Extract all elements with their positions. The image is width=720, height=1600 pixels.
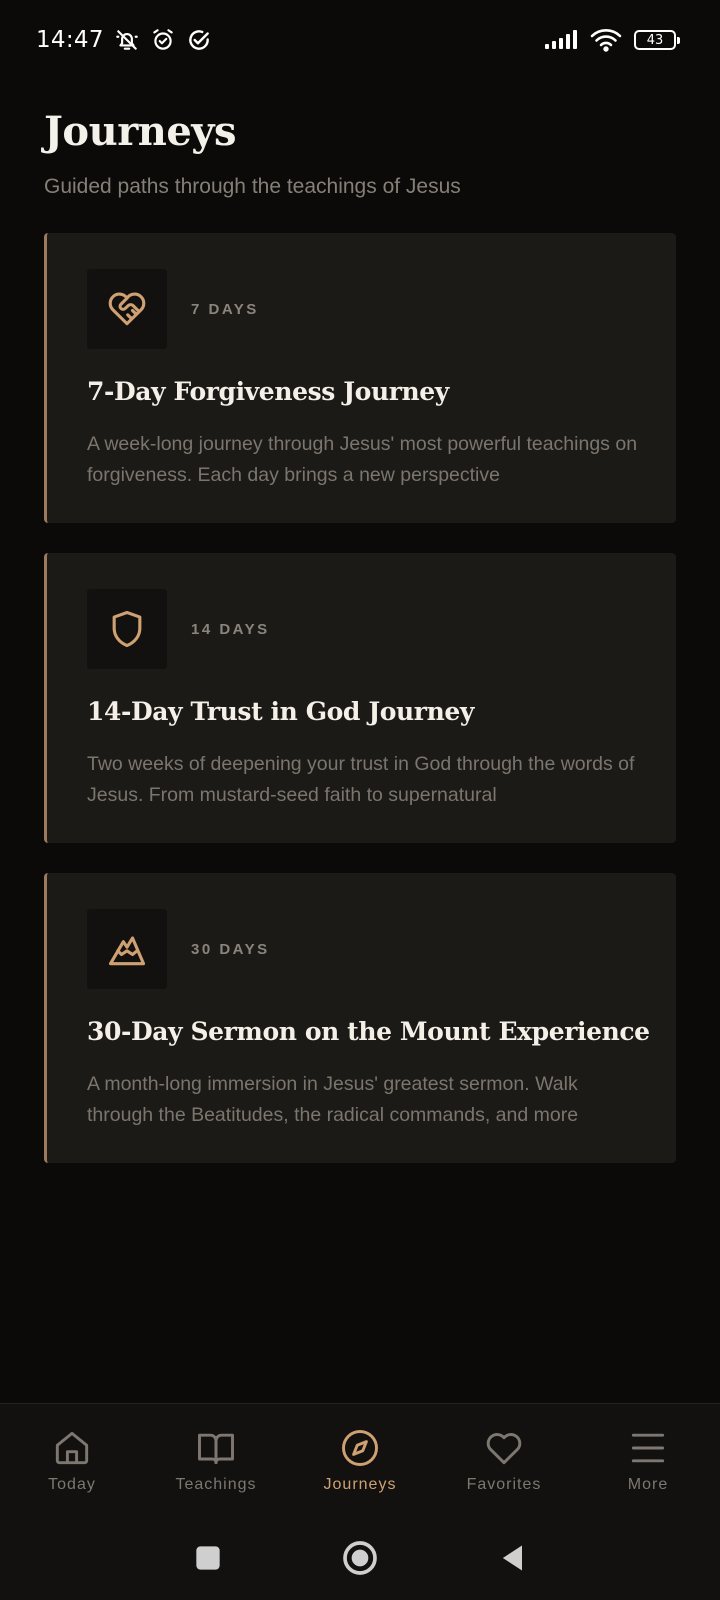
mute-notifications-icon	[114, 27, 140, 53]
shield-icon	[112, 610, 142, 648]
book-icon	[198, 1433, 234, 1465]
wifi-icon	[590, 27, 622, 53]
journey-duration: 30 DAYS	[191, 941, 270, 958]
page-title: Journeys	[44, 108, 237, 155]
alarm-icon	[150, 27, 176, 53]
back-button[interactable]	[436, 1538, 588, 1578]
system-navigation-bar	[0, 1514, 720, 1600]
journey-icon-box	[87, 589, 167, 669]
tab-label: More	[627, 1476, 669, 1493]
tab-teachings[interactable]: Teachings	[144, 1404, 288, 1514]
circle-icon	[343, 1540, 377, 1575]
mountain-icon	[108, 936, 146, 966]
compass-icon	[342, 1430, 378, 1466]
back-triangle-icon	[502, 1545, 522, 1570]
bottom-navigation: Today Teachings Journeys Favorites More	[0, 1403, 720, 1600]
battery-level: 43	[646, 32, 664, 48]
tab-label: Teachings	[175, 1476, 257, 1493]
journey-card-forgiveness[interactable]: 7 DAYS 7-Day Forgiveness Journey A week-…	[44, 233, 676, 523]
tab-today[interactable]: Today	[0, 1404, 144, 1514]
journey-icon-box	[87, 909, 167, 989]
journey-card-trust[interactable]: 14 DAYS 14-Day Trust in God Journey Two …	[44, 553, 676, 843]
status-bar: 14:47 43	[0, 0, 720, 80]
heart-handshake-icon	[108, 292, 146, 326]
home-button[interactable]	[284, 1538, 436, 1578]
journey-title: 30-Day Sermon on the Mount Experience	[87, 1017, 650, 1046]
tab-label: Journeys	[323, 1476, 397, 1493]
journey-title: 14-Day Trust in God Journey	[87, 697, 474, 726]
tab-bar: Today Teachings Journeys Favorites More	[0, 1404, 720, 1514]
recents-button[interactable]	[132, 1538, 284, 1578]
tab-label: Favorites	[466, 1476, 542, 1493]
journeys-screen: 14:47 43 Journeys Guided paths through t…	[0, 0, 720, 1600]
journey-title: 7-Day Forgiveness Journey	[87, 377, 449, 406]
tab-favorites[interactable]: Favorites	[432, 1404, 576, 1514]
journey-card-sermon[interactable]: 30 DAYS 30-Day Sermon on the Mount Exper…	[44, 873, 676, 1163]
signal-icon	[544, 27, 578, 53]
journey-duration: 7 DAYS	[191, 301, 259, 318]
square-icon	[196, 1545, 220, 1570]
check-circle-icon	[186, 27, 212, 53]
journey-description: A week-long journey through Jesus' most …	[87, 433, 638, 486]
status-left: 14:47	[36, 27, 212, 53]
status-time: 14:47	[36, 27, 104, 53]
heart-icon	[486, 1433, 522, 1465]
journey-description: A month-long immersion in Jesus' greates…	[87, 1073, 579, 1126]
tab-more[interactable]: More	[576, 1404, 720, 1514]
battery-icon: 43	[634, 30, 680, 50]
tab-label: Today	[48, 1476, 96, 1493]
journey-duration: 14 DAYS	[191, 621, 270, 638]
journey-icon-box	[87, 269, 167, 349]
home-icon	[55, 1431, 89, 1465]
journey-description: Two weeks of deepening your trust in God…	[87, 753, 635, 806]
status-right: 43	[544, 27, 680, 53]
page-subtitle: Guided paths through the teachings of Je…	[44, 175, 461, 198]
menu-icon	[631, 1433, 665, 1463]
tab-journeys[interactable]: Journeys	[288, 1404, 432, 1514]
